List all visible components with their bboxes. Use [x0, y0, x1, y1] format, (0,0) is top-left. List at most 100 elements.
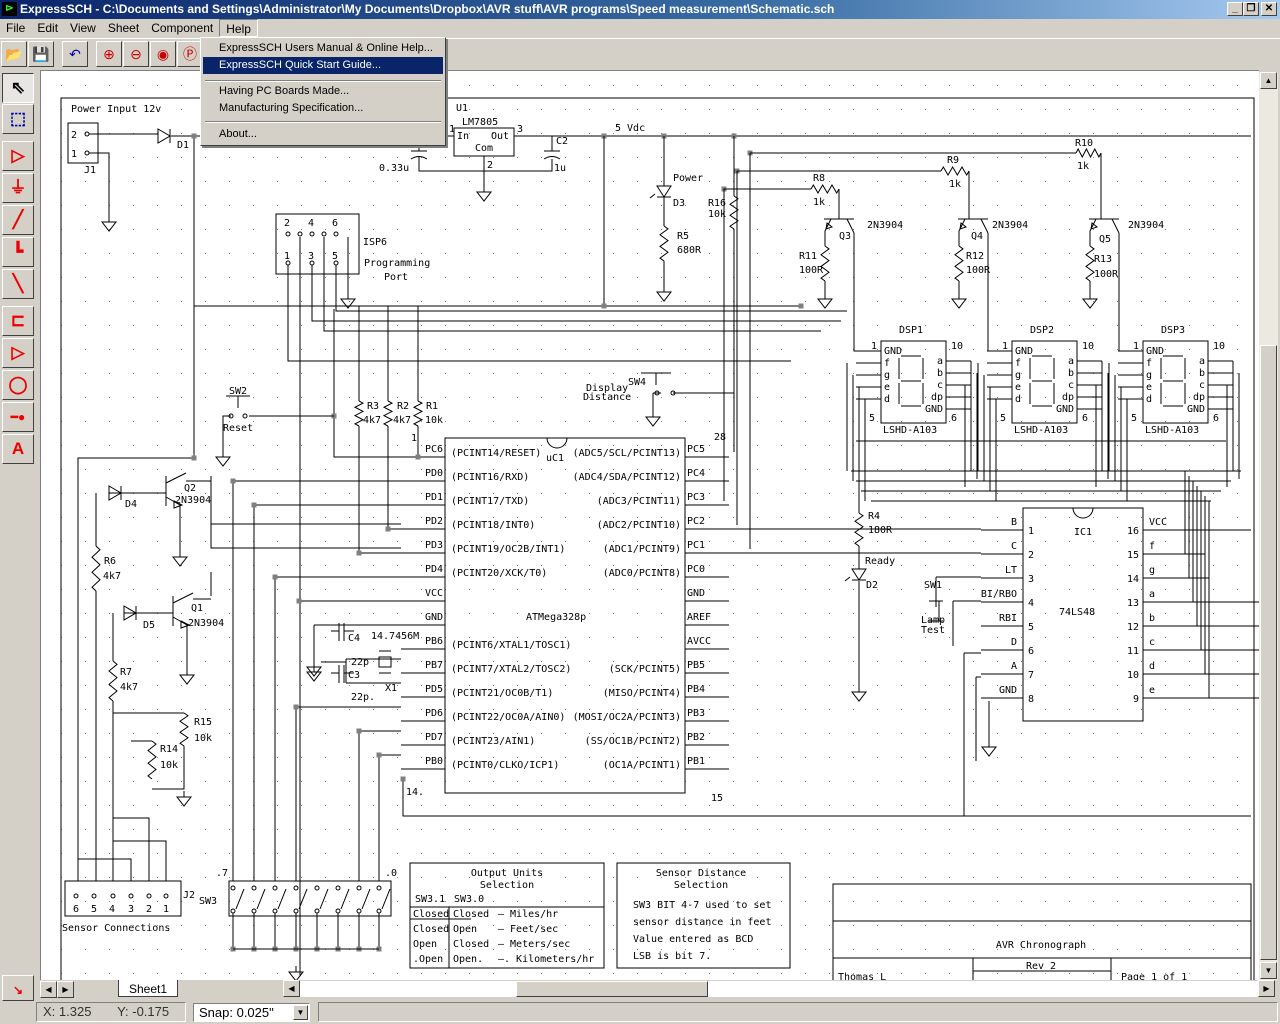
ic1-pin-num: 3: [1028, 574, 1034, 585]
display-pin-num: 1: [1133, 341, 1139, 352]
menu-item-users-manual[interactable]: ExpressSCH Users Manual & Online Help...: [203, 40, 443, 57]
close-button[interactable]: ✕: [1261, 2, 1277, 16]
vertical-scroll-thumb[interactable]: [1260, 345, 1277, 960]
label-r4-val: 180R: [868, 525, 893, 536]
uc1-pin-label: PD3: [425, 540, 443, 551]
label-r13-val: 100R: [1094, 269, 1119, 280]
ic1-pin-label: B: [1011, 517, 1017, 528]
menu-sheet[interactable]: Sheet: [102, 19, 145, 37]
table-cell: .Open: [413, 954, 443, 965]
junction-dot: [415, 454, 421, 460]
undo-icon[interactable]: ↶: [62, 41, 88, 67]
ic1-pin-num: 16: [1127, 526, 1139, 537]
open-icon[interactable]: 📂: [1, 41, 27, 67]
junction-dot: [798, 303, 804, 309]
table-header: SW3.0: [454, 894, 484, 905]
uc1-pin-label: PC2: [687, 516, 705, 527]
wire-corner-tool-icon[interactable]: ┗: [2, 237, 34, 267]
ic1-pin-num: 15: [1127, 550, 1139, 561]
scroll-left-icon[interactable]: ◀: [283, 980, 300, 997]
schematic-canvas[interactable]: PC6 (PCINT14/RESET) PD0 (PCINT16/RXD) PD1 (PC…: [40, 70, 1259, 980]
ic1-pin-num: 1: [1028, 526, 1034, 537]
label-c2: C2: [556, 136, 568, 147]
label-u1-part: LM7805: [462, 117, 498, 128]
label-j2-p4: 4: [109, 904, 115, 915]
horizontal-scrollbar[interactable]: ◀ ▶: [283, 980, 1275, 997]
label-r12-val: 100R: [966, 265, 991, 276]
menu-view[interactable]: View: [64, 19, 102, 37]
junction-dot: [356, 728, 362, 734]
save-icon[interactable]: 💾: [28, 41, 54, 67]
menu-file[interactable]: File: [0, 19, 31, 37]
next-sheet-icon[interactable]: ▶: [57, 981, 74, 998]
text-tool-icon[interactable]: A: [2, 434, 34, 464]
chip-tool-icon[interactable]: ⊏: [2, 306, 34, 336]
cursor-x: X: 1.325: [43, 1004, 92, 1019]
label-sensor-conn: Sensor Connections: [62, 923, 170, 934]
ic1-pin-num: 13: [1127, 598, 1139, 609]
horizontal-scroll-thumb[interactable]: [516, 981, 708, 997]
ic1-pin-num: 4: [1028, 598, 1034, 609]
prev-sheet-icon[interactable]: ◀: [40, 981, 57, 998]
label-isp-p5: 5: [332, 251, 338, 262]
menu-item-about[interactable]: About...: [203, 126, 443, 143]
label-j1-p1: 1: [71, 149, 77, 160]
select-tool-icon[interactable]: ⇖: [2, 73, 34, 103]
menu-edit[interactable]: Edit: [31, 19, 64, 37]
circle-tool-icon[interactable]: ◯: [2, 370, 34, 400]
scroll-up-icon[interactable]: ▲: [1260, 72, 1277, 89]
scroll-down-icon[interactable]: ▼: [1260, 962, 1277, 979]
menu-item-pc-boards[interactable]: Having PC Boards Made...: [203, 83, 443, 100]
junction-dot: [272, 574, 278, 580]
cursor-coords: X: 1.325 Y: -0.175: [36, 1002, 186, 1022]
uc1-pin-label: PC4: [687, 468, 705, 479]
uc1-pin-function: (ADC3/PCINT11): [597, 496, 681, 507]
menu-component[interactable]: Component: [145, 19, 219, 37]
drawing-title: AVR Chronograph: [996, 940, 1086, 951]
menu-item-quick-start[interactable]: ExpressSCH Quick Start Guide...: [203, 57, 443, 74]
tab-sheet1[interactable]: Sheet1: [118, 980, 179, 997]
display-pin-label: c: [1068, 380, 1074, 391]
table-cell: — Miles/hr: [498, 909, 558, 920]
scroll-right-icon[interactable]: ▶: [1258, 980, 1275, 997]
zoom-fit-icon[interactable]: ◉: [150, 41, 176, 67]
cursor-y: Y: -0.175: [117, 1004, 170, 1019]
vertical-scrollbar[interactable]: ▲ ▼: [1259, 72, 1278, 980]
uc1-pin-label: GND: [425, 612, 443, 623]
ic1-pin-num: 9: [1133, 694, 1139, 705]
tool-palette: ⇖ ⬚ ▷ ⏚ ╱ ┗ ╲ ⊏ ▷ ◯ ━● A ↘: [0, 70, 38, 1001]
display-ref: DSP1: [899, 325, 923, 336]
label-r9: R9: [947, 155, 959, 166]
label-q1-part: 2N3904: [188, 618, 224, 629]
label-sw4: SW4: [628, 377, 646, 388]
component-tool-icon[interactable]: ▷: [2, 141, 34, 171]
zoom-out-icon[interactable]: ⊖: [123, 41, 149, 67]
label-u1-p2: 2: [487, 160, 493, 171]
display-pin-label: b: [937, 368, 943, 379]
ic1-pin-label: c: [1149, 637, 1155, 648]
display-pin-num: 10: [1213, 341, 1225, 352]
wire-tool-icon[interactable]: ╱: [2, 205, 34, 235]
junction-dot: [385, 526, 391, 532]
menu-item-manufacturing[interactable]: Manufacturing Specification...: [203, 100, 443, 117]
ground-tool-icon[interactable]: ⏚: [2, 173, 34, 203]
restore-button[interactable]: ❐: [1243, 2, 1259, 16]
connect-wire-icon[interactable]: ↘: [2, 975, 34, 1001]
minimize-button[interactable]: _: [1227, 2, 1243, 16]
label-j1: J1: [84, 165, 96, 176]
line-tool-icon[interactable]: ╲: [2, 269, 34, 299]
buffer-tool-icon[interactable]: ▷: [2, 338, 34, 368]
label-u1-com: Com: [475, 143, 493, 154]
zoom-in-icon[interactable]: ⊕: [96, 41, 122, 67]
zoom-area-tool-icon[interactable]: ⬚: [2, 104, 34, 134]
label-x1-val: 14.7456M: [371, 631, 419, 642]
snap-select[interactable]: Snap: 0.025" ▼: [193, 1003, 310, 1022]
display-part: LSHD-A103: [1014, 425, 1068, 436]
table-cell: Closed: [413, 909, 449, 920]
display-pin-label: dp: [931, 392, 943, 403]
ic1-pin-label: f: [1149, 541, 1155, 552]
display-pin-label: a: [1199, 356, 1205, 367]
menu-help[interactable]: Help: [219, 19, 258, 37]
junction-tool-icon[interactable]: ━●: [2, 402, 34, 432]
chevron-down-icon[interactable]: ▼: [293, 1005, 308, 1020]
